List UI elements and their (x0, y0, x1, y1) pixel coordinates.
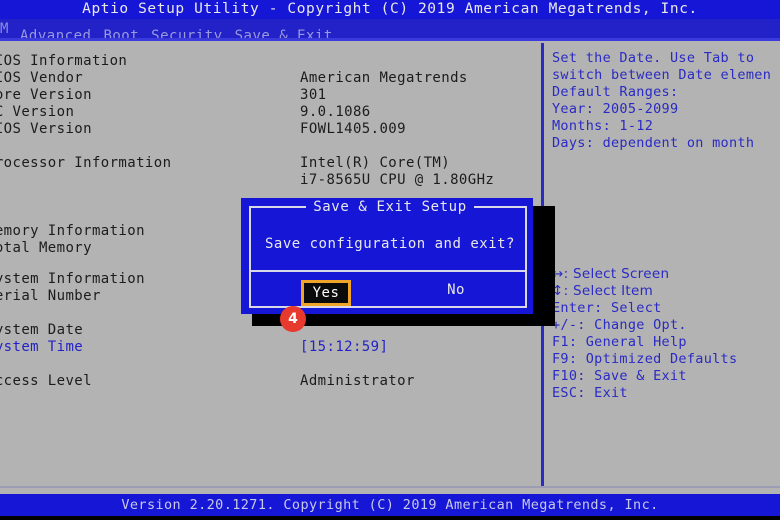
row-value: i7-8565U CPU @ 1.80GHz (300, 172, 495, 188)
row-label: Core Version (0, 87, 92, 103)
row-value[interactable]: [15:12:59] (300, 339, 388, 356)
window-title: Aptio Setup Utility - Copyright (C) 2019… (0, 0, 780, 19)
dialog-frame: Save & Exit Setup Save configuration and… (249, 199, 527, 308)
row-core-version[interactable]: Core Version 301 (0, 87, 541, 104)
help-line: Default Ranges: (552, 84, 679, 100)
dialog-title-text: Save & Exit Setup (306, 199, 474, 215)
footer-version: Version 2.20.1271. Copyright (C) 2019 Am… (0, 494, 780, 516)
row-label: System Date (0, 322, 84, 338)
key-hint-optimized-defaults: F9: Optimized Defaults (552, 351, 738, 367)
help-line: Year: 2005-2099 (552, 101, 679, 117)
row-label: Serial Number (0, 288, 101, 304)
help-panel: Set the Date. Use Tab to switch between … (552, 50, 780, 152)
key-hint-change-opt: +/-: Change Opt. (552, 317, 687, 333)
row-ec-version[interactable]: EC Version 9.0.1086 (0, 104, 541, 121)
row-label: System Information (0, 271, 145, 287)
row-label: BIOS Information (0, 53, 128, 69)
row-value: American Megatrends (300, 70, 468, 86)
row-bios-vendor[interactable]: BIOS Vendor American Megatrends (0, 70, 541, 87)
row-bios-information: BIOS Information (0, 53, 541, 70)
row-label: Total Memory (0, 240, 92, 256)
row-value: 301 (300, 87, 327, 103)
footer-base (0, 516, 780, 520)
help-line: Days: dependent on month (552, 135, 755, 151)
key-hint-select-screen: ↔: Select Screen (552, 266, 670, 282)
key-hint-enter-select: Enter: Select (552, 300, 662, 316)
row-system-time[interactable]: System Time [15:12:59] (0, 339, 541, 356)
row-processor-information: Processor Information Intel(R) Core(TM) (0, 155, 541, 172)
dialog-yes-button[interactable]: Yes (301, 280, 351, 306)
help-line: Months: 1-12 (552, 118, 654, 134)
step-marker-badge: 4 (280, 306, 306, 332)
row-label: BIOS Version (0, 121, 92, 137)
key-hint-select-item: ↕: Select Item (552, 283, 654, 299)
help-line: switch between Date elemen (552, 67, 772, 83)
menu-bar: MainAdvancedBootSecuritySave & Exit (0, 19, 780, 44)
row-label: Memory Information (0, 223, 145, 239)
row-label: Access Level (0, 373, 92, 389)
row-bios-version[interactable]: BIOS Version FOWL1405.009 (0, 121, 541, 138)
key-hint-general-help: F1: General Help (552, 334, 687, 350)
save-exit-dialog: Save & Exit Setup Save configuration and… (241, 198, 533, 314)
dialog-title: Save & Exit Setup (251, 198, 529, 216)
row-access-level: Access Level Administrator (0, 373, 541, 390)
dialog-button-row: Yes No (251, 272, 525, 308)
help-line: Set the Date. Use Tab to (552, 50, 755, 66)
menu-tab-main[interactable]: Main (0, 19, 8, 40)
row-processor-model: i7-8565U CPU @ 1.80GHz (0, 172, 541, 189)
row-value: 9.0.1086 (300, 104, 371, 120)
row-label: Processor Information (0, 155, 172, 171)
row-label: System Time (0, 339, 84, 355)
row-label: BIOS Vendor (0, 70, 84, 86)
content-bottom-border (0, 486, 780, 488)
row-value: FOWL1405.009 (300, 121, 406, 137)
row-value: Intel(R) Core(TM) (300, 155, 451, 171)
row-value: Administrator (300, 373, 415, 389)
row-label: EC Version (0, 104, 75, 120)
bios-setup-screen: Aptio Setup Utility - Copyright (C) 2019… (0, 0, 780, 520)
key-hint-save-exit: F10: Save & Exit (552, 368, 687, 384)
key-hint-esc-exit: ESC: Exit (552, 385, 628, 401)
key-legend-panel: ↔: Select Screen ↕: Select Item Enter: S… (552, 266, 780, 402)
dialog-message: Save configuration and exit? (264, 236, 515, 252)
dialog-no-button[interactable]: No (436, 280, 476, 300)
